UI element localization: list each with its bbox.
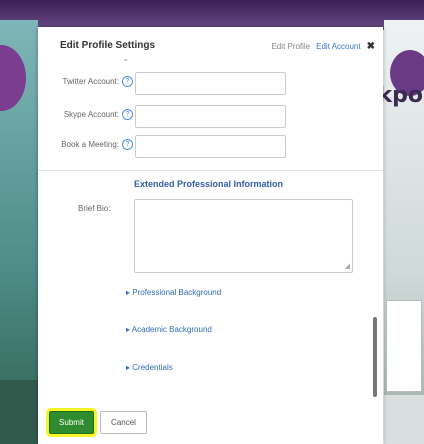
- bio-textarea[interactable]: ◢: [134, 199, 353, 273]
- meeting-row: Book a Meeting: ?: [38, 134, 383, 158]
- help-icon[interactable]: ?: [122, 109, 133, 120]
- help-icon[interactable]: ?: [122, 139, 133, 150]
- close-icon[interactable]: ✖: [367, 41, 375, 52]
- chevron-down-icon[interactable]: ⌄: [122, 53, 130, 64]
- venue-sign-text: kpo: [377, 83, 424, 108]
- resize-handle-icon[interactable]: ◢: [345, 262, 350, 270]
- meeting-label: Book a Meeting:: [61, 140, 119, 149]
- meeting-input[interactable]: [135, 135, 286, 158]
- modal-tabs: Edit Profile Edit Account ✖: [271, 41, 375, 52]
- bio-label: Brief Bio:: [78, 204, 111, 213]
- toggle-label: Credentials: [132, 363, 173, 372]
- submit-button[interactable]: Submit: [49, 411, 94, 434]
- modal-header: Edit Profile Settings ⌄ Edit Profile Edi…: [38, 27, 383, 67]
- help-icon[interactable]: ?: [122, 76, 133, 87]
- right-floor: [384, 395, 424, 444]
- tab-edit-profile[interactable]: Edit Profile: [271, 42, 310, 51]
- modal-title: Edit Profile Settings: [60, 40, 156, 51]
- academic-background-toggle[interactable]: ▸ Academic Background: [126, 325, 212, 334]
- right-panel: [386, 300, 422, 392]
- tab-edit-account[interactable]: Edit Account: [316, 42, 360, 51]
- twitter-input[interactable]: [135, 72, 286, 95]
- left-floor: [0, 380, 40, 444]
- ceiling: [0, 0, 424, 30]
- skype-label: Skype Account:: [63, 110, 119, 119]
- credentials-toggle[interactable]: ▸ Credentials: [126, 363, 173, 372]
- edit-profile-modal: Edit Profile Settings ⌄ Edit Profile Edi…: [38, 27, 383, 444]
- skype-input[interactable]: [135, 105, 286, 128]
- twitter-label: Twitter Account:: [62, 77, 119, 86]
- twitter-row: Twitter Account: ?: [38, 71, 383, 95]
- section-divider: [38, 170, 383, 171]
- scrollbar[interactable]: [373, 317, 377, 397]
- professional-background-toggle[interactable]: ▸ Professional Background: [126, 288, 221, 297]
- toggle-label: Professional Background: [132, 288, 222, 297]
- section-title: Extended Professional Information: [134, 179, 284, 189]
- skype-row: Skype Account: ?: [38, 104, 383, 128]
- toggle-label: Academic Background: [131, 325, 212, 334]
- cancel-button[interactable]: Cancel: [100, 411, 147, 434]
